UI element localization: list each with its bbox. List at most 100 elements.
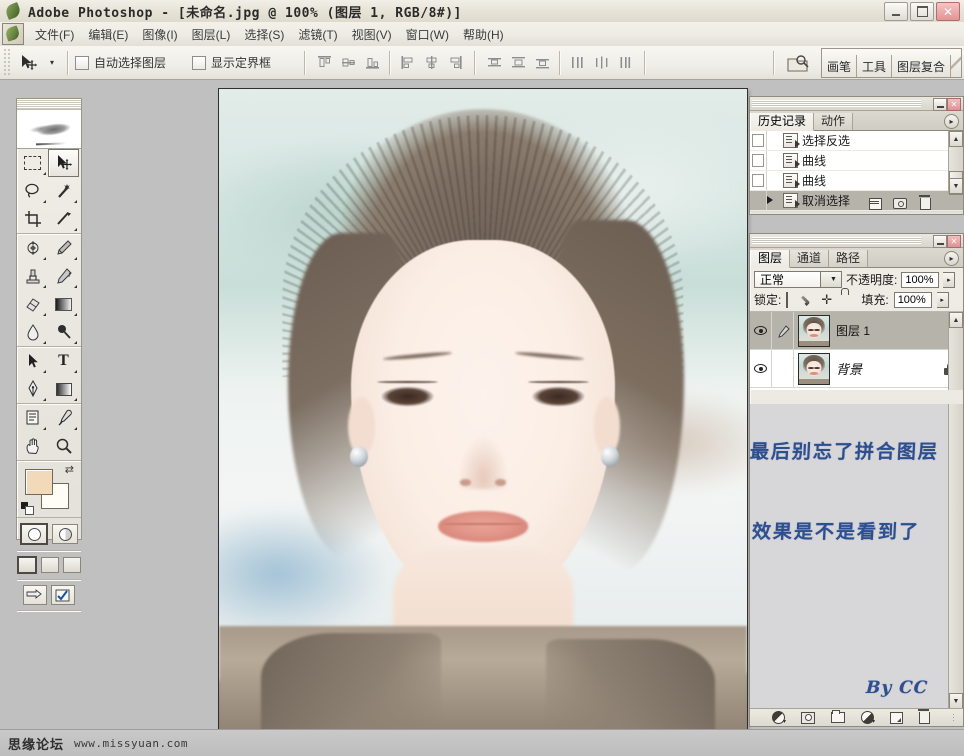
auto-select-layer-checkbox[interactable]: 自动选择图层 <box>75 54 166 71</box>
align-vertical-centers-icon[interactable] <box>338 53 358 73</box>
jump-to-imageready-button[interactable] <box>23 585 47 605</box>
palette-well-tab-brushes[interactable]: 画笔 <box>822 54 857 77</box>
align-left-edges-icon[interactable] <box>397 53 417 73</box>
menu-edit[interactable]: 编辑(E) <box>81 23 135 46</box>
history-palette-titlebar[interactable]: ✕ <box>750 97 963 111</box>
default-colors-icon[interactable] <box>21 502 34 515</box>
align-top-edges-icon[interactable] <box>314 53 334 73</box>
fill-input[interactable]: 100% <box>893 291 932 308</box>
lock-position-icon[interactable]: ✛ <box>821 293 834 306</box>
fill-slider-arrow-icon[interactable]: ▸ <box>936 291 949 308</box>
layers-scrollbar-track[interactable]: ▼ <box>948 404 963 709</box>
menu-file[interactable]: 文件(F) <box>28 23 81 46</box>
lasso-tool[interactable] <box>17 177 48 205</box>
align-right-edges-icon[interactable] <box>445 53 465 73</box>
blend-mode-select[interactable]: 正常 ▼ <box>754 271 842 288</box>
align-horizontal-centers-icon[interactable] <box>421 53 441 73</box>
layers-scroll-up-button[interactable]: ▲ <box>949 312 963 328</box>
history-scrollbar[interactable]: ▲ ▼ <box>948 131 963 195</box>
menu-filter[interactable]: 滤镜(T) <box>291 23 344 46</box>
distribute-horizontal-centers-icon[interactable] <box>591 53 611 73</box>
history-scroll-up-button[interactable]: ▲ <box>949 131 963 147</box>
palette-well-tab-tool-presets[interactable]: 工具 <box>857 54 892 77</box>
history-row-3[interactable]: 曲线 <box>750 171 963 191</box>
opacity-input[interactable]: 100% <box>901 271 940 288</box>
history-row-2[interactable]: 曲线 <box>750 151 963 171</box>
minimize-button[interactable] <box>884 2 908 21</box>
brush-tool[interactable] <box>48 234 79 262</box>
layer-thumbnail[interactable] <box>798 352 830 385</box>
tab-history[interactable]: 历史记录 <box>750 113 815 131</box>
canvas-photo[interactable] <box>219 89 747 744</box>
slice-tool[interactable] <box>48 205 79 233</box>
history-minimize-button[interactable] <box>933 98 947 111</box>
history-close-button[interactable]: ✕ <box>947 98 961 111</box>
rectangle-shape-tool[interactable] <box>48 375 79 403</box>
foreground-color-swatch[interactable] <box>25 469 53 495</box>
menu-image[interactable]: 图像(I) <box>135 23 184 46</box>
full-screen-with-menubar-button[interactable] <box>41 557 59 573</box>
tab-layers[interactable]: 图层 <box>750 250 791 268</box>
palette-well[interactable]: 画笔 工具 图层复合 <box>820 47 962 78</box>
menu-layer[interactable]: 图层(L) <box>185 23 238 46</box>
layers-list[interactable]: 图层 1 背景 ▲ <box>750 312 963 390</box>
zoom-tool[interactable] <box>48 432 79 460</box>
hand-tool[interactable] <box>17 432 48 460</box>
history-brush-tool[interactable] <box>48 262 79 290</box>
align-bottom-edges-icon[interactable] <box>362 53 382 73</box>
jump-to-other-app-button[interactable] <box>51 585 75 605</box>
add-layer-mask-button[interactable] <box>801 711 815 724</box>
eyedropper-tool[interactable] <box>48 404 79 432</box>
healing-brush-tool[interactable] <box>17 234 48 262</box>
layer-name[interactable]: 背景 <box>836 359 944 378</box>
create-document-from-state-button[interactable] <box>868 197 882 210</box>
move-tool-icon[interactable] <box>14 50 44 76</box>
rectangular-marquee-tool[interactable] <box>17 149 48 177</box>
delete-state-button[interactable] <box>918 194 932 210</box>
clone-stamp-tool[interactable] <box>17 262 48 290</box>
layers-scroll-down-button[interactable]: ▼ <box>949 693 963 709</box>
crop-tool[interactable] <box>17 205 48 233</box>
layers-close-button[interactable]: ✕ <box>947 235 961 248</box>
notes-tool[interactable] <box>17 404 48 432</box>
distribute-right-edges-icon[interactable] <box>615 53 635 73</box>
layer-row-1[interactable]: 图层 1 <box>750 312 963 350</box>
history-state-list[interactable]: 选择反选 曲线 曲线 取消选择 ▲ ▼ <box>750 131 963 211</box>
layer-name[interactable]: 图层 1 <box>836 322 963 339</box>
layer-visibility-toggle[interactable] <box>750 350 772 387</box>
document-window[interactable] <box>218 88 748 745</box>
move-tool[interactable] <box>48 149 79 177</box>
application-logo-icon[interactable] <box>2 23 24 45</box>
lock-all-icon[interactable] <box>839 293 852 306</box>
layers-scrollbar[interactable]: ▲ <box>948 312 963 390</box>
chevron-down-icon[interactable]: ▼ <box>820 272 841 287</box>
layer-active-brush-cell[interactable] <box>772 312 794 349</box>
pen-tool[interactable] <box>17 375 48 403</box>
maximize-button[interactable] <box>910 2 934 21</box>
lock-image-pixels-icon[interactable] <box>804 294 816 306</box>
distribute-bottom-edges-icon[interactable] <box>532 53 552 73</box>
new-adjustment-layer-button[interactable]: ▾ <box>861 711 875 725</box>
opacity-slider-arrow-icon[interactable]: ▸ <box>943 271 956 288</box>
blur-tool[interactable] <box>17 318 48 346</box>
layers-palette-menu-icon[interactable]: ▸ <box>944 251 959 266</box>
menu-select[interactable]: 选择(S) <box>237 23 291 46</box>
create-new-snapshot-button[interactable] <box>893 197 907 210</box>
delete-layer-button[interactable] <box>918 708 930 724</box>
distribute-top-edges-icon[interactable] <box>484 53 504 73</box>
swap-colors-icon[interactable]: ⇄ <box>65 465 74 476</box>
eraser-tool[interactable] <box>17 290 48 318</box>
distribute-vertical-centers-icon[interactable] <box>508 53 528 73</box>
standard-screen-mode-button[interactable] <box>17 556 37 574</box>
full-screen-mode-button[interactable] <box>63 557 81 573</box>
gradient-tool[interactable] <box>48 290 79 318</box>
layer-link-cell[interactable] <box>772 350 794 387</box>
layer-style-button[interactable]: ▾ <box>772 711 786 725</box>
lock-transparent-pixels-icon[interactable] <box>786 292 799 308</box>
tab-channels[interactable]: 通道 <box>790 250 830 267</box>
show-bounding-box-box[interactable] <box>192 55 207 70</box>
palette-well-tab-layer-comps[interactable]: 图层复合 <box>892 54 951 77</box>
standard-mode-button[interactable] <box>20 523 48 545</box>
layers-resize-grip[interactable] <box>952 713 955 722</box>
tool-preset-caret-icon[interactable]: ▾ <box>44 50 60 76</box>
